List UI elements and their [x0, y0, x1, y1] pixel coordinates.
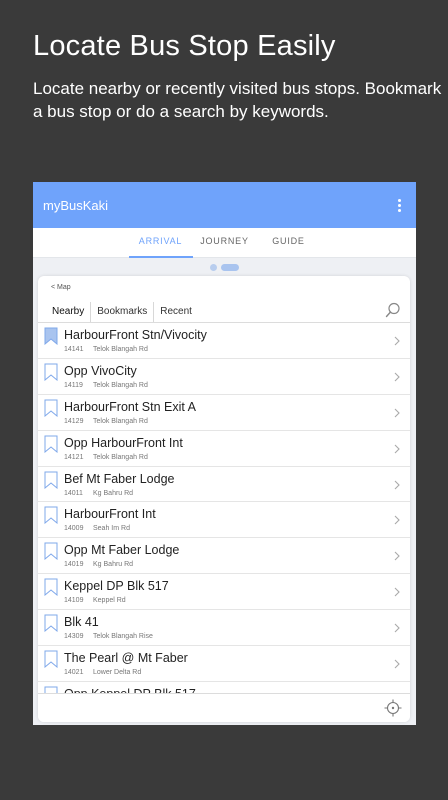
bus-stop-road: Telok Blangah Rd: [93, 453, 148, 461]
bus-stop-code: 14009: [64, 525, 84, 533]
bus-stop-road: Lower Delta Rd: [93, 669, 142, 677]
page-indicator: [33, 258, 416, 276]
bus-stop-name: Opp VivoCity: [64, 363, 137, 378]
bus-stop-name: Keppel DP Blk 517: [64, 579, 169, 594]
chevron-right-icon: [394, 480, 400, 489]
bookmark-icon[interactable]: [44, 686, 58, 693]
bus-stop-name: Opp Mt Faber Lodge: [64, 543, 180, 558]
bookmark-icon[interactable]: [44, 471, 58, 489]
bus-stop-row[interactable]: HarbourFront Stn Exit A 14129 Telok Blanga…: [38, 395, 410, 431]
bookmark-icon[interactable]: [44, 435, 58, 453]
bus-stop-code: 14019: [64, 561, 84, 569]
promo-title: Locate Bus Stop Easily: [33, 30, 336, 62]
bus-stop-code: 14141: [64, 346, 84, 353]
bus-stop-code: 14309: [64, 633, 84, 641]
bus-stop-row[interactable]: Bef Mt Faber Lodge 14011 Kg Bahru Rd: [38, 467, 410, 503]
bus-stop-row[interactable]: Blk 41 14309 Telok Blangah Rise: [38, 610, 410, 647]
main-tabs: ARRIVAL JOURNEY GUIDE: [33, 228, 416, 258]
bus-stop-road: Telok Blangah Rd: [93, 381, 148, 389]
chevron-right-icon: [394, 336, 400, 346]
bus-stop-road: Telok Blangah Rise: [93, 633, 153, 641]
bus-stop-name: Bef Mt Faber Lodge: [64, 471, 175, 486]
chevron-right-icon: [394, 623, 400, 633]
chevron-right-icon: [394, 444, 400, 454]
back-to-map-link[interactable]: < Map: [51, 284, 71, 291]
bus-stop-name: HarbourFront Stn Exit A: [64, 399, 197, 414]
bus-stop-road: Kg Bahru Rd: [93, 489, 134, 497]
bus-stop-row[interactable]: Opp VivoCity 14119 Telok Blangah Rd: [38, 359, 410, 395]
bus-stop-list: HarbourFront Stn/Vivocity 14141 Telok Blan…: [38, 323, 410, 693]
subtab-nearby[interactable]: Nearby: [46, 302, 92, 322]
crosshair-icon[interactable]: [384, 699, 402, 717]
bus-stop-row[interactable]: Opp Mt Faber Lodge 14019 Kg Bahru Rd: [38, 538, 410, 575]
bus-stop-code: 14109: [64, 597, 84, 605]
bus-stop-code: 14021: [64, 669, 84, 677]
bus-stop-code: 14119: [64, 381, 83, 389]
bus-stop-row[interactable]: Keppel DP Blk 517 14109 Keppel Rd: [38, 574, 410, 611]
bookmark-icon[interactable]: [44, 578, 58, 597]
bus-stop-road: Telok Blangah Rd: [93, 346, 148, 353]
search-icon[interactable]: [385, 302, 401, 318]
bus-stop-row[interactable]: The Pearl @ Mt Faber 14021 Lower Delta Rd: [38, 646, 410, 682]
app-bar: myBusKaki: [33, 182, 416, 228]
bookmark-icon[interactable]: [44, 614, 58, 633]
bus-stop-panel: < Map Nearby Bookmarks Recent HarbourFro…: [38, 276, 410, 722]
tab-arrival[interactable]: ARRIVAL: [128, 228, 193, 258]
page-dot-active: [221, 263, 239, 271]
bus-stop-code: 14121: [64, 453, 84, 461]
stop-filter-tabs: Nearby Bookmarks Recent: [46, 302, 198, 322]
chevron-right-icon: [394, 516, 400, 525]
chevron-right-icon: [394, 551, 400, 561]
bus-stop-row[interactable]: Opp HarbourFront Int 14121 Telok Blangah R…: [38, 431, 410, 467]
page-dot: [210, 263, 217, 271]
bus-stop-row[interactable]: HarbourFront Stn/Vivocity 14141 Telok Blan…: [38, 323, 410, 359]
promo-subtitle: Locate nearby or recently visited bus st…: [33, 79, 442, 121]
tab-journey[interactable]: JOURNEY: [193, 228, 257, 258]
bus-stop-name: Opp HarbourFront Int: [64, 435, 183, 450]
bus-stop-road: Kg Bahru Rd: [93, 561, 134, 569]
subtab-bookmarks[interactable]: Bookmarks: [91, 302, 155, 322]
panel-footer: [38, 693, 410, 722]
bookmark-icon[interactable]: [44, 399, 58, 417]
tab-guide[interactable]: GUIDE: [257, 228, 321, 258]
bus-stop-name: HarbourFront Stn/Vivocity: [64, 328, 207, 342]
chevron-right-icon: [394, 587, 400, 597]
bus-stop-name: HarbourFront Int: [64, 507, 156, 522]
bus-stop-road: Keppel Rd: [93, 597, 126, 605]
bookmark-icon[interactable]: [44, 542, 58, 561]
bookmark-icon[interactable]: [44, 650, 58, 669]
bus-stop-road: Telok Blangah Rd: [93, 417, 148, 425]
overflow-menu-icon[interactable]: [392, 196, 406, 214]
chevron-right-icon: [394, 372, 400, 382]
bookmark-icon[interactable]: [44, 506, 58, 525]
bookmark-icon[interactable]: [44, 363, 58, 381]
bus-stop-name: Blk 41: [64, 615, 99, 630]
bus-stop-row[interactable]: HarbourFront Int 14009 Seah Im Rd: [38, 502, 410, 539]
bus-stop-road: Seah Im Rd: [93, 525, 130, 533]
bus-stop-code: 14011: [64, 489, 83, 497]
chevron-right-icon: [394, 408, 400, 418]
subtab-recent[interactable]: Recent: [154, 302, 198, 322]
chevron-right-icon: [394, 659, 400, 669]
bus-stop-row[interactable]: Opp Keppel DP Blk 517: [38, 682, 410, 693]
bus-stop-code: 14129: [64, 417, 84, 425]
app-screen: myBusKaki ARRIVAL JOURNEY GUIDE < Map Ne…: [33, 182, 416, 725]
app-title: myBusKaki: [43, 197, 109, 213]
bookmark-icon[interactable]: [44, 327, 58, 345]
bus-stop-name: The Pearl @ Mt Faber: [64, 651, 188, 666]
